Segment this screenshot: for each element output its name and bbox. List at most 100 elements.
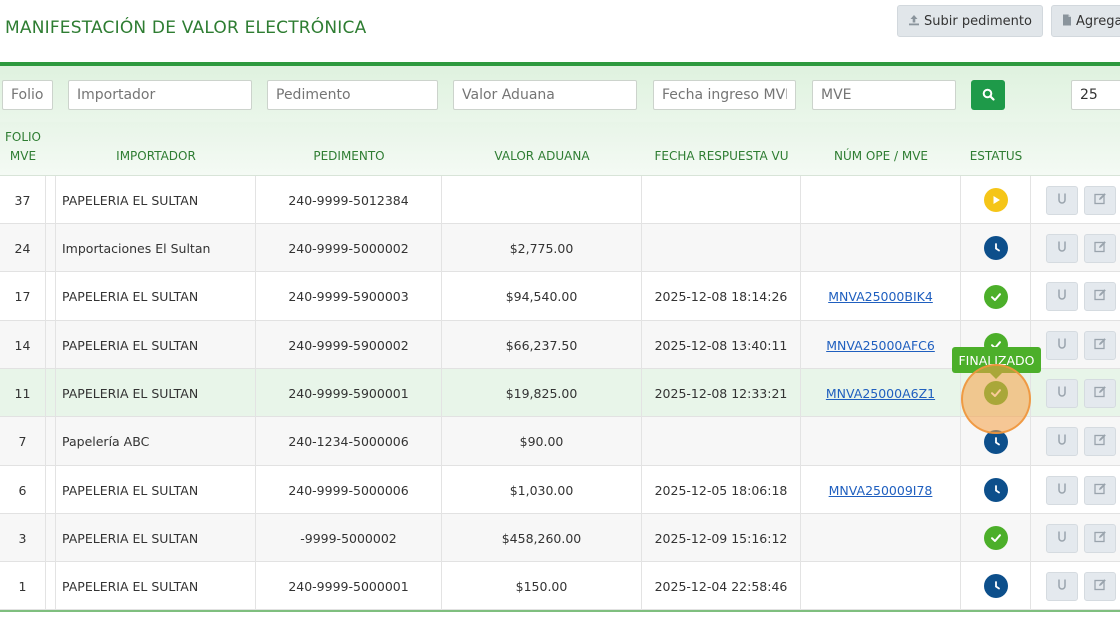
cell-pedimento: -9999-5000002 xyxy=(256,514,442,562)
cell-num-ope: MNVA25000A6Z1 xyxy=(801,369,961,417)
table-row[interactable]: 24 Importaciones El Sultan 240-9999-500000… xyxy=(0,224,1120,272)
folio-filter-input[interactable] xyxy=(2,80,53,110)
row-spacer xyxy=(46,369,56,416)
edit-icon xyxy=(1093,240,1107,257)
cell-num-ope: MNVA25000AFC6 xyxy=(801,321,961,369)
mve-filter-input[interactable] xyxy=(812,80,956,110)
edit-icon xyxy=(1093,385,1107,402)
cell-pedimento: 240-1234-5000006 xyxy=(256,417,442,466)
folio-header-line2: MVE xyxy=(9,149,37,163)
table-row[interactable]: 17 PAPELERIA EL SULTAN 240-9999-5900003 $94… xyxy=(0,272,1120,321)
upload-row-button[interactable] xyxy=(1046,282,1078,311)
upload-row-button[interactable] xyxy=(1046,379,1078,408)
upload-row-button[interactable] xyxy=(1046,572,1078,601)
edit-row-button[interactable] xyxy=(1084,427,1116,456)
u-icon xyxy=(1057,192,1067,209)
cell-folio: 6 xyxy=(0,466,46,514)
cell-valor-aduana: $2,775.00 xyxy=(442,224,642,272)
cell-fecha-respuesta xyxy=(642,176,801,224)
row-spacer xyxy=(46,514,56,561)
edit-row-button[interactable] xyxy=(1084,379,1116,408)
u-icon xyxy=(1057,578,1067,595)
table-bottom-border xyxy=(0,610,1120,612)
num-ope-link[interactable]: MNVA25000BIK4 xyxy=(828,289,933,304)
add-button[interactable]: Agregar xyxy=(1051,5,1120,37)
edit-row-button[interactable] xyxy=(1084,524,1116,553)
table-row[interactable]: 7 Papelería ABC 240-1234-5000006 $90.00 xyxy=(0,417,1120,466)
upload-row-button[interactable] xyxy=(1046,476,1078,505)
row-spacer xyxy=(46,417,56,465)
cell-estatus xyxy=(961,224,1031,272)
column-header-folio[interactable]: FOLIO MVE xyxy=(0,122,46,176)
cell-pedimento: 240-9999-5000002 xyxy=(256,224,442,272)
column-header-pedimento[interactable]: PEDIMENTO xyxy=(256,122,442,176)
cell-pedimento: 240-9999-5900002 xyxy=(256,321,442,369)
status-clock-icon[interactable] xyxy=(983,236,1008,260)
page-size-input[interactable] xyxy=(1071,80,1120,110)
column-header-estatus[interactable]: ESTATUS xyxy=(961,122,1031,176)
column-header-valor-aduana[interactable]: VALOR ADUANA xyxy=(442,122,642,176)
cell-fecha-respuesta: 2025-12-04 22:58:46 xyxy=(642,562,801,610)
cell-pedimento: 240-9999-5900001 xyxy=(256,369,442,417)
cell-estatus xyxy=(961,466,1031,514)
column-header-fecha-respuesta[interactable]: FECHA RESPUESTA VU xyxy=(642,122,801,176)
status-clock-icon[interactable] xyxy=(983,574,1008,598)
edit-row-button[interactable] xyxy=(1084,282,1116,311)
document-icon xyxy=(1062,14,1072,29)
status-check-icon[interactable] xyxy=(983,284,1008,309)
cell-fecha-respuesta: 2025-12-05 18:06:18 xyxy=(642,466,801,514)
status-check-icon[interactable] xyxy=(983,526,1008,550)
cell-valor-aduana: $150.00 xyxy=(442,562,642,610)
edit-row-button[interactable] xyxy=(1084,572,1116,601)
cell-pedimento: 240-9999-5900003 xyxy=(256,272,442,321)
num-ope-link[interactable]: MNVA25000A6Z1 xyxy=(826,386,935,401)
cell-num-ope xyxy=(801,562,961,610)
upload-row-button[interactable] xyxy=(1046,234,1078,263)
importador-filter-input[interactable] xyxy=(68,80,252,110)
status-clock-icon[interactable] xyxy=(983,478,1008,502)
column-header-importador[interactable]: IMPORTADOR xyxy=(56,122,256,176)
cell-fecha-respuesta: 2025-12-09 15:16:12 xyxy=(642,514,801,562)
cell-folio: 24 xyxy=(0,224,46,272)
num-ope-link[interactable]: MNVA250009I78 xyxy=(829,483,933,498)
fecha-ingreso-filter-input[interactable] xyxy=(653,80,796,110)
valor-aduana-filter-input[interactable] xyxy=(453,80,637,110)
num-ope-link[interactable]: MNVA25000AFC6 xyxy=(826,338,935,353)
cell-importador: PAPELERIA EL SULTAN xyxy=(56,321,256,369)
search-icon xyxy=(982,86,995,105)
u-icon xyxy=(1057,530,1067,547)
cell-importador: Papelería ABC xyxy=(56,417,256,466)
page-title: MANIFESTACIÓN DE VALOR ELECTRÓNICA xyxy=(5,18,367,38)
search-button[interactable] xyxy=(971,80,1005,110)
table-row[interactable]: 11 PAPELERIA EL SULTAN 240-9999-5900001 $19… xyxy=(0,369,1120,417)
upload-row-button[interactable] xyxy=(1046,524,1078,553)
upload-row-button[interactable] xyxy=(1046,186,1078,215)
pedimento-filter-input[interactable] xyxy=(267,80,438,110)
page-header: MANIFESTACIÓN DE VALOR ELECTRÓNICA Subir… xyxy=(0,0,1120,62)
table-row[interactable]: 3 PAPELERIA EL SULTAN -9999-5000002 $458,26… xyxy=(0,514,1120,562)
column-header-num-ope[interactable]: NÚM OPE / MVE xyxy=(801,122,961,176)
edit-row-button[interactable] xyxy=(1084,331,1116,360)
upload-row-button[interactable] xyxy=(1046,331,1078,360)
status-play-icon[interactable] xyxy=(983,188,1008,212)
cell-num-ope: MNVA250009I78 xyxy=(801,466,961,514)
cell-num-ope xyxy=(801,514,961,562)
table-row[interactable]: 37 PAPELERIA EL SULTAN 240-9999-5012384 xyxy=(0,176,1120,224)
table-row[interactable]: 6 PAPELERIA EL SULTAN 240-9999-5000006 $1,0… xyxy=(0,466,1120,514)
edit-icon xyxy=(1093,482,1107,499)
folio-header-line1: FOLIO xyxy=(4,130,42,144)
upload-row-button[interactable] xyxy=(1046,427,1078,456)
edit-icon xyxy=(1093,530,1107,547)
cell-valor-aduana: $19,825.00 xyxy=(442,369,642,417)
edit-row-button[interactable] xyxy=(1084,476,1116,505)
edit-icon xyxy=(1093,192,1107,209)
u-icon xyxy=(1057,482,1067,499)
edit-row-button[interactable] xyxy=(1084,234,1116,263)
edit-icon xyxy=(1093,337,1107,354)
table-row[interactable]: 1 PAPELERIA EL SULTAN 240-9999-5000001 $150… xyxy=(0,562,1120,610)
upload-pedimento-button[interactable]: Subir pedimento xyxy=(897,5,1043,37)
edit-row-button[interactable] xyxy=(1084,186,1116,215)
add-label: Agregar xyxy=(1076,13,1120,29)
cell-fecha-respuesta xyxy=(642,224,801,272)
edit-icon xyxy=(1093,578,1107,595)
